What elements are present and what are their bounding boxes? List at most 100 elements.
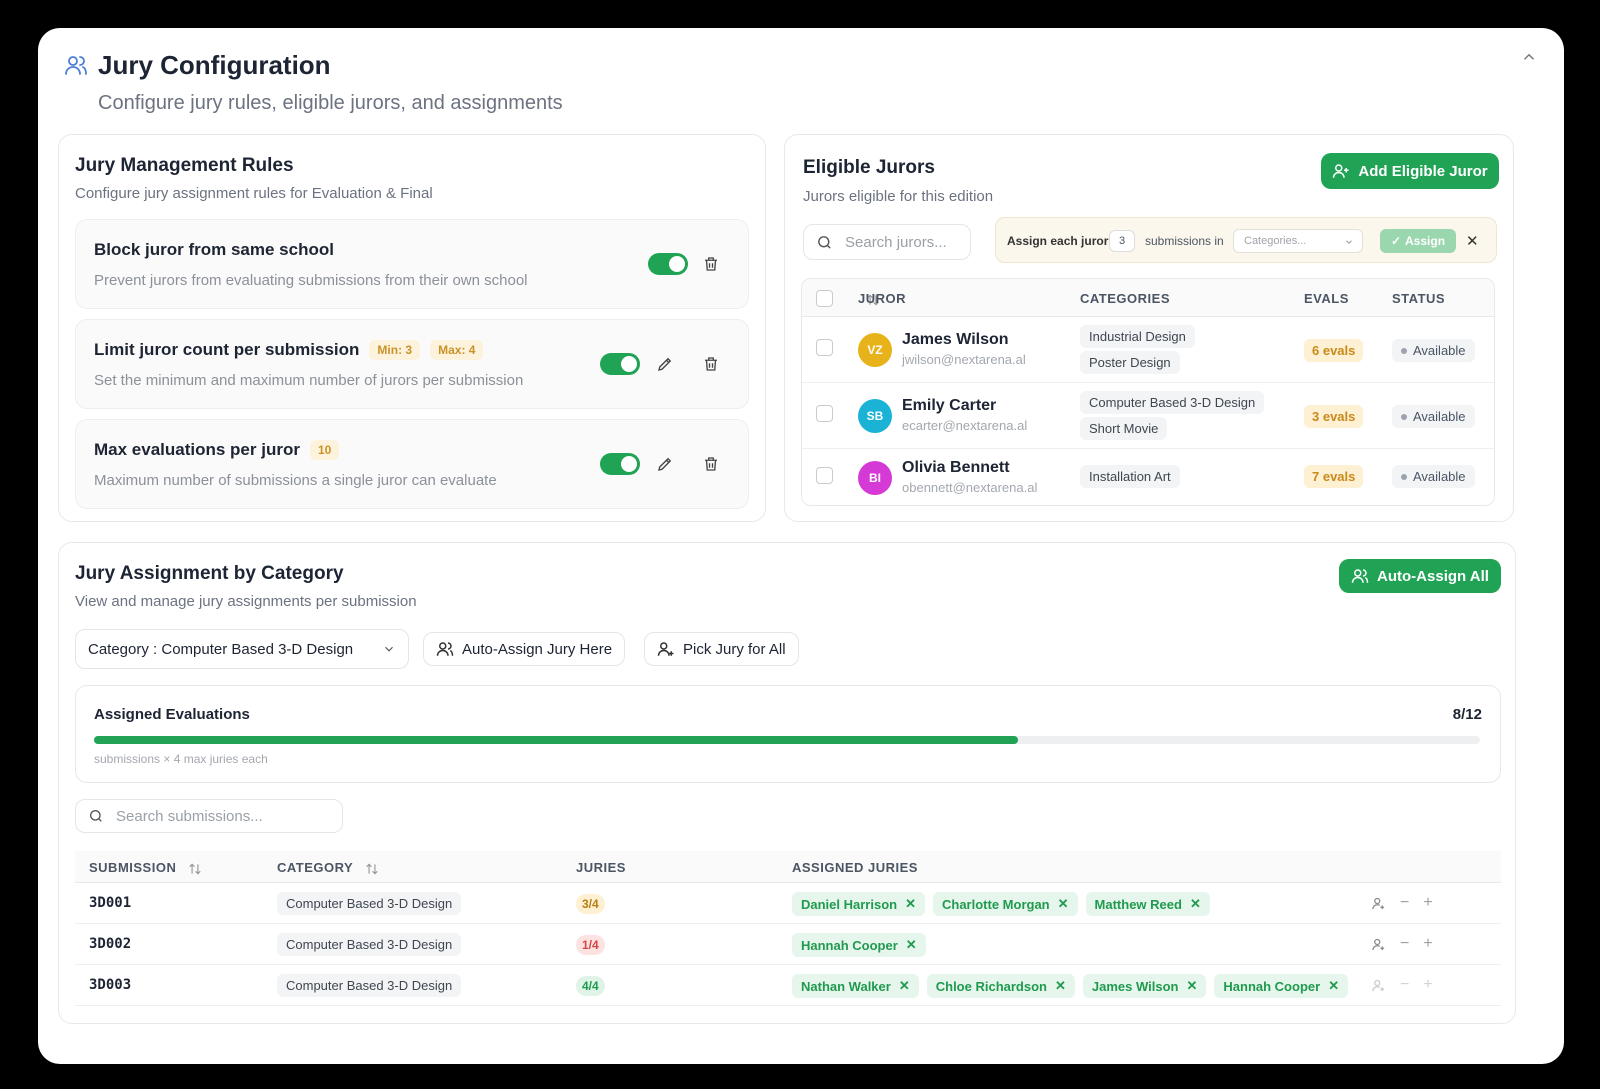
jury-name: Matthew Reed (1094, 896, 1182, 912)
evals-badge: 6 evals (1304, 339, 1364, 362)
status-badge: Available (1392, 405, 1475, 428)
column-submission[interactable]: SUBMISSION (89, 860, 176, 875)
remove-icon[interactable]: ✕ (1058, 896, 1069, 912)
trash-icon[interactable] (702, 255, 720, 273)
rule-toggle[interactable] (600, 453, 640, 475)
submission-search-input[interactable]: Search submissions... (75, 799, 343, 833)
juror-search-input[interactable]: Search jurors... (803, 224, 971, 260)
add-eligible-juror-button[interactable]: Add Eligible Juror (1321, 153, 1499, 189)
assigned-evaluations-panel: Assigned Evaluations 8/12 submissions × … (75, 685, 1501, 783)
row-checkbox[interactable] (816, 339, 833, 356)
rule-max-evaluations: Max evaluations per juror 10 Maximum num… (75, 419, 749, 509)
trash-icon[interactable] (702, 355, 720, 373)
auto-assign-jury-here-button[interactable]: Auto-Assign Jury Here (423, 632, 626, 666)
minus-icon[interactable]: − (1400, 894, 1409, 912)
chevron-down-icon (385, 646, 393, 652)
avatar: BI (858, 461, 892, 495)
minus-icon[interactable]: − (1400, 976, 1409, 994)
juror-name: Olivia Bennett (902, 459, 1010, 476)
assign-middle-label: submissions in (1145, 234, 1224, 248)
category-chip: Computer Based 3-D Design (277, 974, 462, 997)
close-icon[interactable]: ✕ (1466, 232, 1479, 250)
pencil-icon[interactable] (656, 455, 674, 473)
status-badge: Available (1392, 465, 1475, 488)
jury-name: Chloe Richardson (935, 978, 1047, 994)
user-plus-icon (1333, 164, 1349, 178)
submission-id: 3D002 (89, 936, 132, 952)
max-evals-badge: 10 (309, 440, 340, 460)
category-dropdown[interactable]: Category : Computer Based 3-D Design (75, 629, 409, 669)
plus-icon[interactable]: + (1423, 935, 1432, 953)
check-icon: ✓ (1390, 234, 1402, 248)
sort-icon[interactable] (188, 862, 202, 876)
jurors-table: JUROR CATEGORIES EVALS STATUS VZ James W… (801, 278, 1495, 506)
user-icon[interactable] (1371, 896, 1386, 911)
select-all-checkbox[interactable] (816, 290, 833, 307)
progress-fill (94, 736, 1019, 744)
assigned-jury-chip: James Wilson ✕ (1082, 974, 1207, 998)
category-chip: Installation Art (1080, 465, 1180, 488)
sort-icon[interactable] (365, 862, 379, 876)
avatar: SB (858, 399, 892, 433)
jurors-table-header: JUROR CATEGORIES EVALS STATUS (802, 279, 1494, 317)
juror-name: James Wilson (902, 331, 1009, 348)
auto-assign-jury-here-label: Auto-Assign Jury Here (462, 640, 613, 658)
remove-icon[interactable]: ✕ (905, 896, 916, 912)
column-juror[interactable]: JUROR (858, 291, 906, 306)
jury-name: James Wilson (1091, 978, 1179, 994)
remove-icon[interactable]: ✕ (899, 978, 910, 994)
chevron-up-icon[interactable] (1520, 48, 1538, 66)
assign-button[interactable]: ✓ Assign (1380, 229, 1456, 253)
row-checkbox[interactable] (816, 467, 833, 484)
juror-row: BI Olivia Bennett obennett@nextarena.al … (802, 449, 1494, 505)
column-juries: JURIES (576, 860, 626, 875)
juries-count-badge: 1/4 (576, 935, 605, 955)
eligible-title: Eligible Jurors (803, 157, 935, 178)
submission-id: 3D001 (89, 895, 132, 911)
remove-icon[interactable]: ✕ (1186, 978, 1197, 994)
column-assigned-juries: ASSIGNED JURIES (792, 860, 918, 875)
status-badge: Available (1392, 339, 1475, 362)
pick-jury-for-all-button[interactable]: Pick Jury for All (644, 632, 799, 666)
assign-button-label: Assign (1405, 234, 1446, 248)
assign-prefix-label: Assign each juror (1007, 234, 1109, 248)
remove-icon[interactable]: ✕ (906, 937, 917, 953)
rule-toggle[interactable] (648, 253, 688, 275)
plus-icon: + (1423, 976, 1433, 993)
category-chip: Poster Design (1080, 351, 1180, 374)
max-badge: Max: 4 (430, 340, 484, 360)
juror-row: VZ James Wilson jwilson@nextarena.al Ind… (802, 317, 1494, 383)
user-plus-icon (657, 642, 674, 656)
remove-icon[interactable]: ✕ (1055, 978, 1066, 994)
pencil-icon[interactable] (656, 355, 674, 373)
assigned-jury-chip: Daniel Harrison ✕ (792, 892, 925, 916)
rules-card: Jury Management Rules Configure jury ass… (58, 134, 766, 522)
trash-icon[interactable] (702, 455, 720, 473)
juror-row: SB Emily Carter ecarter@nextarena.al Com… (802, 383, 1494, 449)
submission-row: 3D002 Computer Based 3-D Design 1/4 Hann… (75, 924, 1501, 965)
bulk-assign-bar: Assign each juror 3 submissions in Categ… (995, 217, 1497, 263)
user-icon[interactable] (1371, 937, 1386, 952)
assign-count-input[interactable]: 3 (1109, 230, 1135, 252)
category-select[interactable]: Categories... (1233, 229, 1363, 253)
column-categories: CATEGORIES (1080, 291, 1170, 306)
juror-email: obennett@nextarena.al (902, 480, 1038, 495)
plus-icon[interactable]: + (1423, 894, 1432, 912)
assigned-jury-chip: Nathan Walker ✕ (792, 974, 919, 998)
category-chip: Short Movie (1080, 417, 1168, 440)
rule-toggle[interactable] (600, 353, 640, 375)
auto-assign-all-button[interactable]: Auto-Assign All (1339, 559, 1501, 593)
eligible-jurors-card: Eligible Jurors Jurors eligible for this… (784, 134, 1514, 522)
column-category[interactable]: CATEGORY (277, 860, 353, 875)
column-evals: EVALS (1304, 291, 1349, 306)
category-chip: Computer Based 3-D Design (277, 933, 462, 956)
progress-track (94, 736, 1480, 744)
rule-description: Prevent jurors from evaluating submissio… (94, 272, 528, 289)
category-dropdown-label: Category : Computer Based 3-D Design (88, 640, 354, 658)
row-checkbox[interactable] (816, 405, 833, 422)
evals-badge: 7 evals (1304, 465, 1364, 488)
remove-icon[interactable]: ✕ (1190, 896, 1201, 912)
remove-icon[interactable]: ✕ (1328, 978, 1339, 994)
assigned-jury-chip: Hannah Cooper ✕ (1214, 974, 1349, 998)
minus-icon[interactable]: − (1400, 935, 1409, 953)
